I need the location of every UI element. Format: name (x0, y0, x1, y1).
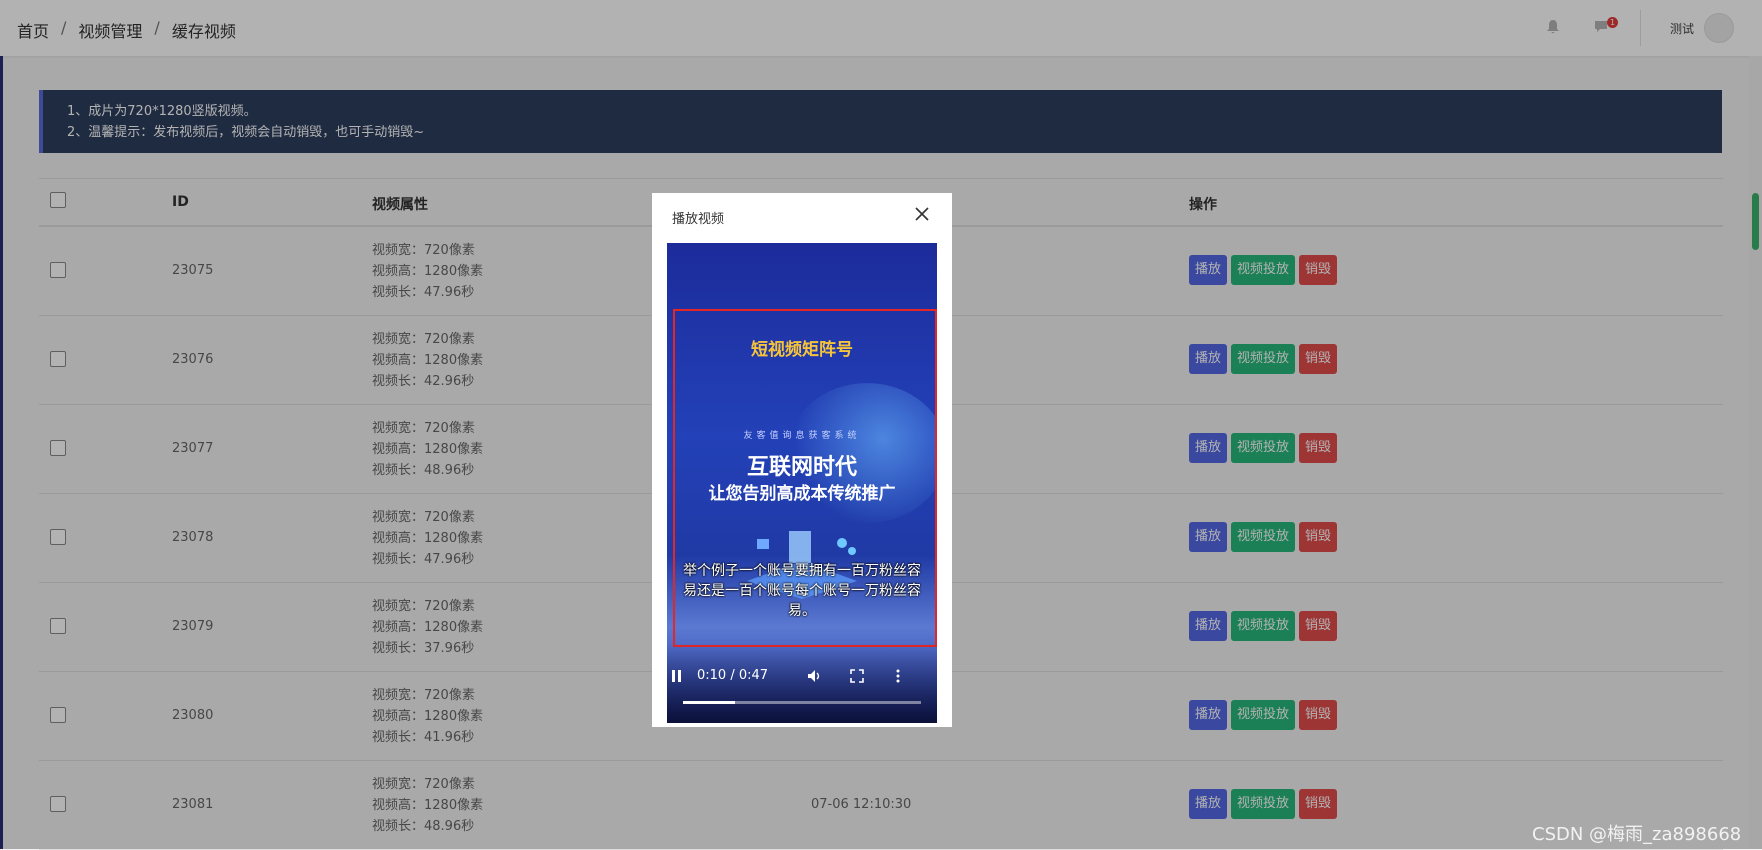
close-icon[interactable] (915, 205, 929, 226)
video-progress-fill (683, 701, 736, 704)
modal-title: 播放视频 (672, 212, 725, 227)
play-video-modal: 播放视频 短视频矩阵号 友客值询息获客系统 互联网时代 让您告别高成本传统推广 … (652, 193, 952, 727)
pause-icon[interactable] (671, 669, 683, 687)
fullscreen-icon[interactable] (850, 669, 864, 687)
watermark-text: CSDN @梅雨_za898668 (1532, 824, 1742, 845)
video-time: 0:10 / 0:47 (697, 668, 769, 683)
video-controls: 0:10 / 0:47 (667, 643, 937, 723)
more-icon[interactable] (896, 669, 900, 687)
volume-icon[interactable] (807, 669, 823, 687)
video-progress-bar[interactable] (683, 701, 921, 704)
highlight-frame (673, 309, 937, 647)
video-player[interactable]: 短视频矩阵号 友客值询息获客系统 互联网时代 让您告别高成本传统推广 举个例子一… (667, 243, 937, 723)
